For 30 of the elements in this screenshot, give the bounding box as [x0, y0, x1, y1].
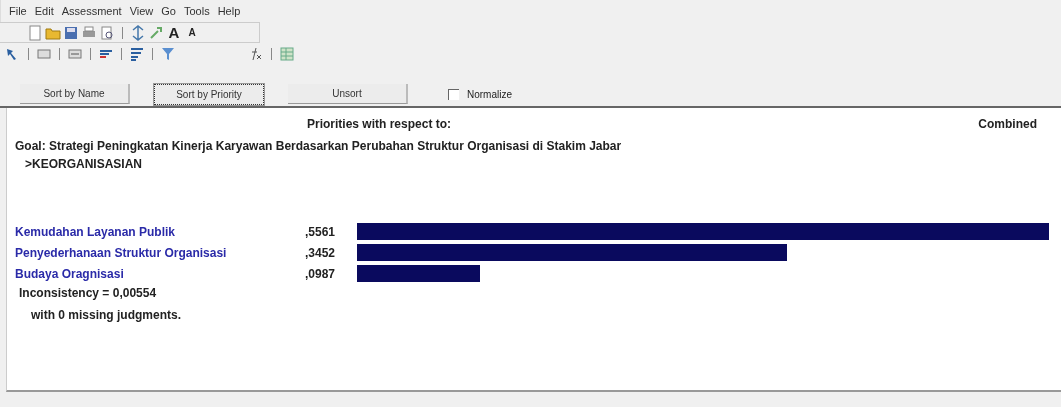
priorities-heading: Priorities with respect to: [307, 116, 452, 133]
missing-judgments-text: with 0 missing judgments. [31, 307, 182, 324]
menu-item[interactable]: Help [213, 0, 245, 23]
font-larger-icon[interactable]: A [165, 23, 183, 42]
funnel-icon[interactable] [160, 45, 176, 62]
menu-item[interactable]: Assessment [57, 0, 126, 23]
priority-value: ,0987 [305, 265, 337, 283]
menu-item[interactable]: Edit [30, 0, 58, 23]
sort-button[interactable]: Sort by Priority [154, 83, 264, 105]
preview-icon[interactable] [99, 24, 115, 41]
menu-item[interactable]: Tools [179, 0, 214, 23]
goal-text: Goal: Strategi Peningkatan Kinerja Karyawan Berdasarkan Perubahan Struktur Organisasi di Stakim Jabar [15, 138, 622, 155]
arrows-icon[interactable] [130, 24, 146, 41]
criterion-name: Penyederhanaan Struktur Organisasi [15, 244, 228, 262]
sort-button[interactable]: Unsort [288, 84, 408, 104]
menu-item[interactable]: Go [157, 0, 180, 23]
mode-label: Combined [978, 116, 1037, 133]
node-label: >KEORGANISASIAN [25, 156, 143, 173]
font-smaller-icon[interactable]: A [183, 23, 201, 42]
menu-item[interactable]: File [5, 0, 31, 23]
inconsistency-text: Inconsistency = 0,00554 [19, 285, 157, 302]
checkbox[interactable] [448, 88, 459, 100]
priority-value: ,5561 [305, 223, 337, 241]
criterion-name: Kemudahan Layanan Publik [15, 223, 177, 241]
criterion-name: Budaya Oragnisasi [15, 265, 125, 283]
priority-value: ,3452 [305, 244, 337, 262]
sort-button[interactable]: Sort by Name [20, 84, 130, 104]
checkbox-label: Normalize [467, 87, 512, 102]
menu-item[interactable]: View [125, 0, 158, 23]
bars-icon[interactable] [129, 45, 145, 62]
